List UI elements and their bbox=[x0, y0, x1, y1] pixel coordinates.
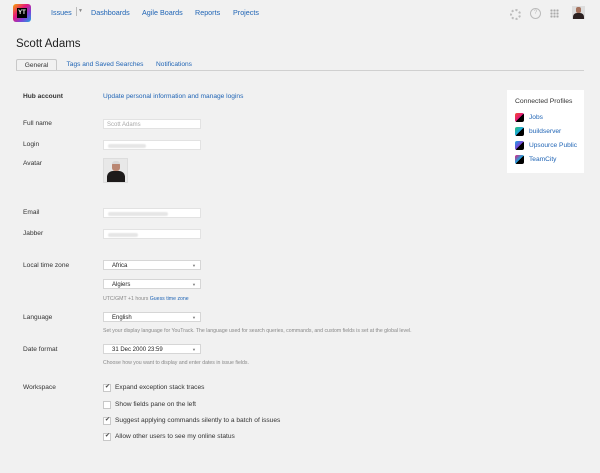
help-icon[interactable]: ? bbox=[530, 8, 541, 19]
nav-issues[interactable]: Issues bbox=[51, 8, 72, 17]
logo-text: YT bbox=[17, 8, 27, 18]
profile-label[interactable]: Upsource Public bbox=[529, 142, 577, 149]
chevron-down-icon[interactable]: ▼ bbox=[78, 8, 83, 14]
language-value: English bbox=[112, 315, 132, 321]
full-name-label: Full name bbox=[23, 120, 52, 127]
nav-dashboards[interactable]: Dashboards bbox=[91, 8, 130, 17]
nav-divider bbox=[76, 7, 77, 16]
chevron-down-icon: ▼ bbox=[192, 347, 196, 352]
workspace-option-label: Allow other users to see my online statu… bbox=[115, 433, 235, 440]
chevron-down-icon: ▼ bbox=[192, 263, 196, 268]
login-label: Login bbox=[23, 141, 40, 148]
timezone-help: UTC/GMT +1 hours Guess time zone bbox=[103, 296, 189, 302]
workspace-option-label: Expand exception stack traces bbox=[115, 384, 205, 391]
timezone-region-select[interactable]: Africa ▼ bbox=[103, 260, 201, 270]
user-avatar[interactable] bbox=[572, 6, 585, 19]
language-select[interactable]: English ▼ bbox=[103, 312, 201, 322]
timezone-city-select[interactable]: Algiers ▼ bbox=[103, 279, 201, 289]
workspace-option-label: Suggest applying commands silently to a … bbox=[115, 417, 281, 424]
youtrack-logo[interactable]: YT bbox=[13, 4, 31, 22]
checkmark-icon: ✔ bbox=[105, 433, 111, 439]
checkbox-show-fields-pane-left[interactable] bbox=[103, 401, 111, 409]
language-help: Set your display language for YouTrack. … bbox=[103, 328, 412, 334]
date-format-label: Date format bbox=[23, 346, 58, 353]
apps-grid-icon[interactable] bbox=[550, 9, 559, 18]
top-navigation-bar: YT Issues ▼ Dashboards Agile Boards Repo… bbox=[0, 0, 600, 28]
hub-account-link[interactable]: Update personal information and manage l… bbox=[103, 93, 243, 100]
checkmark-icon: ✔ bbox=[105, 384, 111, 390]
redacted-value bbox=[108, 144, 146, 148]
guess-time-zone-link[interactable]: Guess time zone bbox=[150, 296, 189, 302]
nav-agile-boards[interactable]: Agile Boards bbox=[142, 8, 183, 17]
language-label: Language bbox=[23, 314, 53, 321]
tabs-divider bbox=[16, 70, 584, 71]
nav-reports[interactable]: Reports bbox=[195, 8, 220, 17]
connected-profiles-panel: Connected Profiles Jobs buildserver Upso… bbox=[507, 90, 584, 173]
date-format-value: 31 Dec 2000 23:59 bbox=[112, 347, 163, 353]
date-format-select[interactable]: 31 Dec 2000 23:59 ▼ bbox=[103, 344, 201, 354]
jabber-label: Jabber bbox=[23, 230, 44, 237]
chevron-down-icon: ▼ bbox=[192, 315, 196, 320]
checkbox-suggest-commands-silently[interactable]: ✔ bbox=[103, 417, 111, 425]
email-label: Email bbox=[23, 209, 40, 216]
date-format-help: Choose how you want to display and enter… bbox=[103, 360, 249, 366]
avatar-image[interactable] bbox=[103, 158, 128, 183]
connected-profiles-title: Connected Profiles bbox=[515, 98, 573, 105]
checkbox-expand-stack-traces[interactable]: ✔ bbox=[103, 384, 111, 392]
redacted-value bbox=[108, 233, 138, 237]
redacted-value bbox=[108, 212, 168, 216]
gear-icon[interactable] bbox=[510, 9, 521, 20]
teamcity-icon bbox=[515, 127, 524, 136]
teamcity-icon bbox=[515, 155, 524, 164]
checkmark-icon: ✔ bbox=[105, 417, 111, 423]
timezone-label: Local time zone bbox=[23, 262, 70, 269]
checkbox-allow-online-status[interactable]: ✔ bbox=[103, 433, 111, 441]
tab-notifications[interactable]: Notifications bbox=[152, 59, 196, 70]
profile-label[interactable]: buildserver bbox=[529, 128, 561, 135]
workspace-option-label: Show fields pane on the left bbox=[115, 401, 197, 408]
tab-tags-and-saved-searches[interactable]: Tags and Saved Searches bbox=[62, 59, 148, 70]
avatar-label: Avatar bbox=[23, 160, 42, 167]
profile-label[interactable]: TeamCity bbox=[529, 156, 556, 163]
hub-service-icon bbox=[515, 113, 524, 122]
chevron-down-icon: ▼ bbox=[192, 282, 196, 287]
workspace-label: Workspace bbox=[23, 384, 56, 391]
profile-label[interactable]: Jobs bbox=[529, 114, 543, 121]
timezone-offset: UTC/GMT +1 hours bbox=[103, 296, 149, 302]
upsource-icon bbox=[515, 141, 524, 150]
timezone-city-value: Algiers bbox=[112, 282, 131, 288]
timezone-region-value: Africa bbox=[112, 263, 128, 269]
jabber-field[interactable] bbox=[103, 229, 201, 239]
full-name-field[interactable]: Scott Adams bbox=[103, 119, 201, 129]
email-field[interactable] bbox=[103, 208, 201, 218]
login-field[interactable] bbox=[103, 140, 201, 150]
page-title: Scott Adams bbox=[16, 38, 81, 50]
hub-account-label: Hub account bbox=[23, 93, 63, 100]
nav-projects[interactable]: Projects bbox=[233, 8, 259, 17]
